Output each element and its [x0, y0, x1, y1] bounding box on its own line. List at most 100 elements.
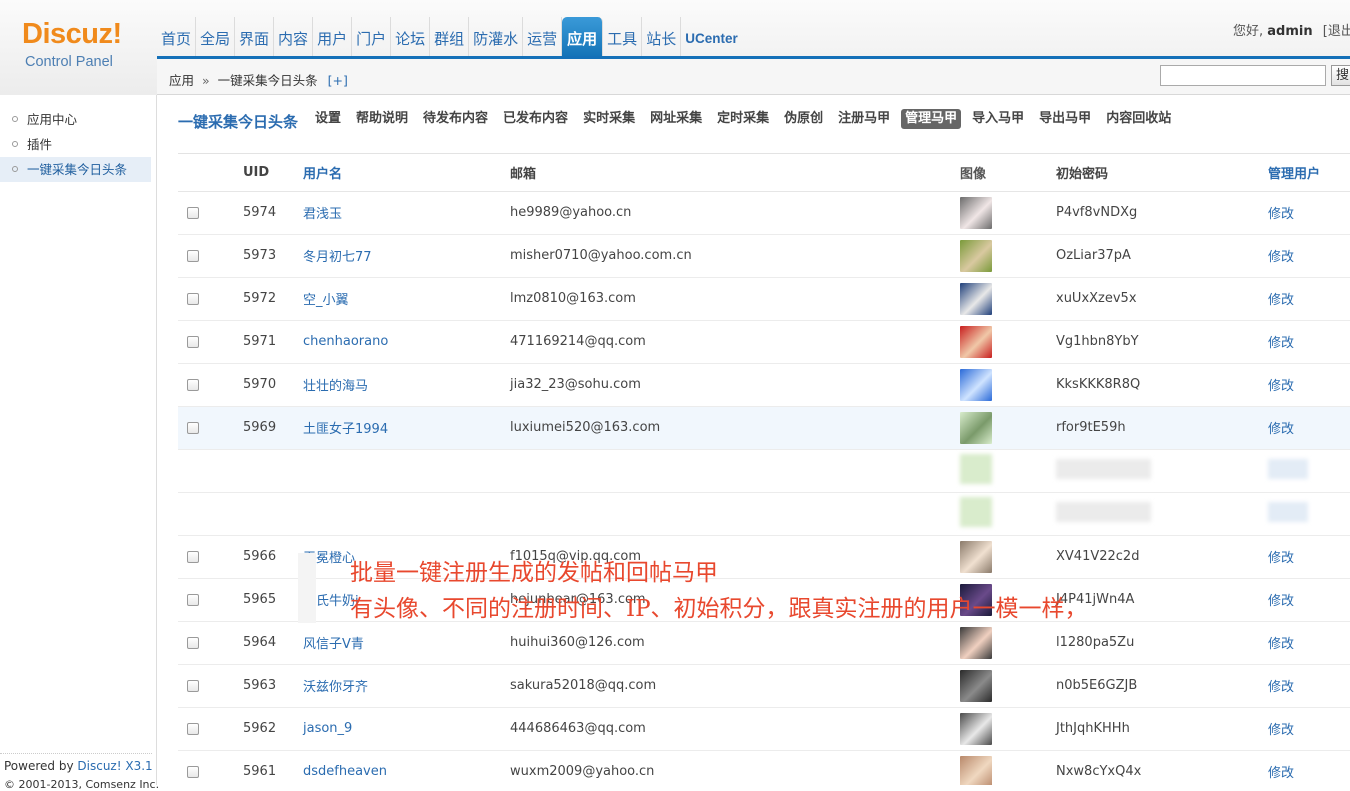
username-text: admin [1267, 24, 1313, 39]
plugin-tab[interactable]: 导入马甲 [968, 109, 1028, 129]
topnav-item[interactable]: 首页 [157, 17, 197, 58]
row-checkbox[interactable] [187, 335, 199, 348]
edit-link[interactable]: 修改 [1268, 707, 1350, 751]
row-checkbox[interactable] [187, 421, 199, 434]
username-link[interactable]: 壮壮的海马 [303, 363, 510, 407]
row-checkbox[interactable] [187, 593, 199, 606]
plugin-tab[interactable]: 管理马甲 [901, 109, 962, 129]
uid-cell: 5971 [243, 320, 303, 364]
row-checkbox[interactable] [187, 292, 199, 305]
plugin-tab[interactable]: 注册马甲 [834, 109, 894, 129]
table-row: 5962 jason_9 444686463@qq.com JthJqhKHHh 修改 [178, 707, 1350, 751]
plugin-tab[interactable]: 导出马甲 [1035, 109, 1095, 129]
topnav-item[interactable]: 群组 [430, 17, 470, 58]
username-link[interactable]: 沃兹你牙齐 [303, 664, 510, 708]
avatar-cell [960, 277, 1056, 321]
plugin-tab[interactable]: 实时采集 [579, 109, 639, 129]
topnav-item[interactable]: 站长 [642, 17, 682, 58]
email-cell: lmz0810@163.com [510, 277, 960, 321]
topnav-item[interactable]: 工具 [603, 17, 643, 58]
blurred-cell [510, 449, 960, 493]
edit-link[interactable]: 修改 [1268, 320, 1350, 364]
edit-link[interactable]: 修改 [1268, 406, 1350, 450]
avatar[interactable] [960, 282, 992, 315]
logout-link[interactable]: [退出] [1323, 24, 1350, 39]
plugin-tab[interactable]: 网址采集 [646, 109, 706, 129]
topnav-item[interactable]: 运营 [523, 17, 563, 58]
plugin-title[interactable]: 一键采集今日头条 [178, 111, 298, 132]
edit-link[interactable]: 修改 [1268, 277, 1350, 321]
version-link[interactable]: Discuz! X3.1 [77, 759, 152, 773]
plugin-tab[interactable]: 设置 [311, 109, 345, 129]
username-link[interactable]: 空_小翼 [303, 277, 510, 321]
username-link[interactable]: 冬月初七77 [303, 234, 510, 278]
topnav-item[interactable]: UCenter [681, 17, 742, 58]
sidebar-item[interactable]: 一键采集今日头条 [0, 157, 151, 182]
table-row: 5970 壮壮的海马 jia32_23@sohu.com KksKKK8R8Q 修改 [178, 363, 1350, 407]
sidebar-item[interactable]: 应用中心 [0, 107, 156, 132]
plugin-tab[interactable]: 伪原创 [780, 109, 827, 129]
row-checkbox[interactable] [187, 765, 199, 778]
row-checkbox[interactable] [187, 206, 199, 219]
topnav-item[interactable]: 应用 [562, 17, 604, 58]
topnav-item[interactable]: 全局 [196, 17, 236, 58]
topnav-item[interactable]: 门户 [352, 17, 392, 58]
search-button[interactable]: 搜 [1331, 65, 1350, 86]
topnav-item[interactable]: 用户 [313, 17, 353, 58]
topnav-item[interactable]: 界面 [235, 17, 275, 58]
logo[interactable]: Discuz! Control Panel [0, 0, 157, 95]
row-checkbox[interactable] [187, 378, 199, 391]
edit-link[interactable]: 修改 [1268, 621, 1350, 665]
username-link[interactable]: 君浅玉 [303, 191, 510, 235]
email-cell: huihui360@126.com [510, 621, 960, 665]
avatar[interactable] [960, 368, 992, 401]
row-checkbox[interactable] [187, 550, 199, 563]
edit-link[interactable]: 修改 [1268, 664, 1350, 708]
avatar[interactable] [960, 325, 992, 358]
blurred-avatar [960, 496, 992, 527]
add-shortcut-button[interactable]: [+] [328, 73, 348, 88]
username-link[interactable]: jason_9 [303, 707, 510, 751]
breadcrumb-section[interactable]: 应用 [169, 73, 194, 88]
edit-link[interactable]: 修改 [1268, 363, 1350, 407]
table-row: 5961 dsdefheaven wuxm2009@yahoo.cn Nxw8cYxQ… [178, 750, 1350, 785]
topnav-item[interactable]: 防灌水 [469, 17, 524, 58]
search-input[interactable] [1160, 65, 1326, 86]
username-link[interactable]: 风信子V青 [303, 621, 510, 665]
username-link[interactable]: dsdefheaven [303, 750, 510, 785]
sidebar-item[interactable]: 插件 [0, 132, 156, 157]
edit-link[interactable]: 修改 [1268, 191, 1350, 235]
edit-link[interactable]: 修改 [1268, 750, 1350, 785]
uid-cell: 5969 [243, 406, 303, 450]
blurred-cell [178, 449, 243, 493]
topnav-item[interactable]: 内容 [274, 17, 314, 58]
plugin-tab[interactable]: 帮助说明 [352, 109, 412, 129]
avatar[interactable] [960, 755, 992, 785]
username-link[interactable]: chenhaorano [303, 320, 510, 364]
row-checkbox[interactable] [187, 722, 199, 735]
blurred-edit-cell [1268, 492, 1350, 536]
users-table-body: 5974 君浅玉 he9989@yahoo.cn P4vf8vNDXg 修改 5973 冬月… [178, 191, 1350, 785]
edit-link[interactable]: 修改 [1268, 234, 1350, 278]
username-link[interactable]: 土匪女子1994 [303, 406, 510, 450]
avatar[interactable] [960, 669, 992, 702]
edit-link[interactable]: 修改 [1268, 535, 1350, 579]
avatar[interactable] [960, 411, 992, 444]
topnav-item[interactable]: 论坛 [391, 17, 431, 58]
avatar[interactable] [960, 626, 992, 659]
row-checkbox[interactable] [187, 679, 199, 692]
plugin-tab[interactable]: 已发布内容 [499, 109, 572, 129]
edit-link[interactable]: 修改 [1268, 578, 1350, 622]
avatar[interactable] [960, 196, 992, 229]
plugin-tab[interactable]: 内容回收站 [1102, 109, 1175, 129]
plugin-tab[interactable]: 定时采集 [713, 109, 773, 129]
password-cell: KksKKK8R8Q [1056, 363, 1268, 407]
row-checkbox[interactable] [187, 249, 199, 262]
plugin-tab[interactable]: 待发布内容 [419, 109, 492, 129]
avatar[interactable] [960, 712, 992, 745]
header-manage[interactable]: 管理用户 [1268, 154, 1350, 192]
avatar[interactable] [960, 239, 992, 272]
row-checkbox[interactable] [187, 636, 199, 649]
uid-cell: 5973 [243, 234, 303, 278]
password-cell: rfor9tE59h [1056, 406, 1268, 450]
